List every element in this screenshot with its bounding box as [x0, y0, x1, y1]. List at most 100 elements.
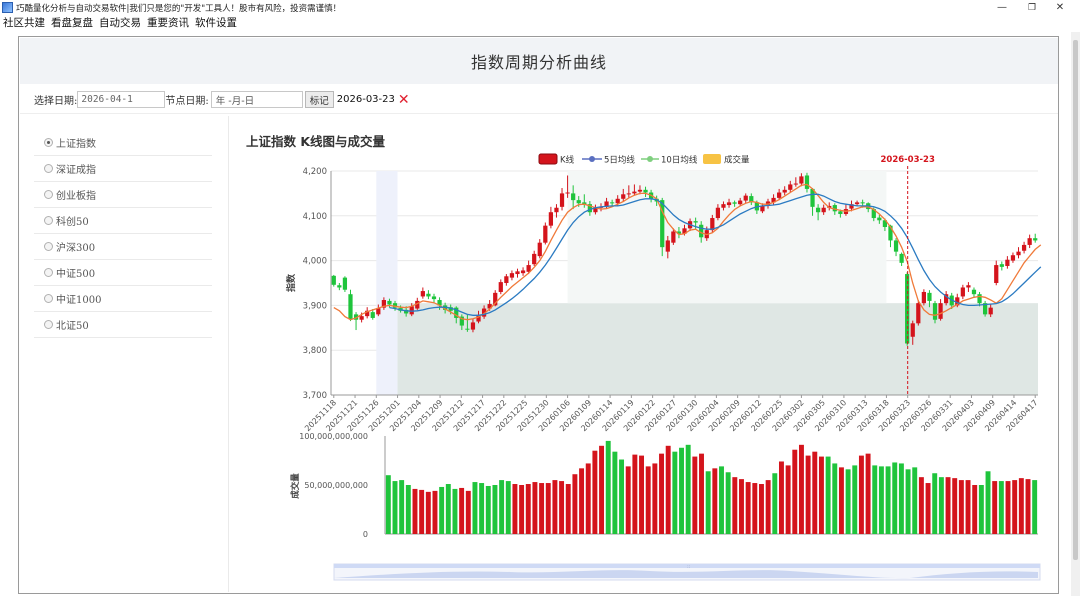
volume-bar[interactable]: [785, 465, 791, 534]
candle-body[interactable]: [971, 289, 977, 295]
candle-body[interactable]: [994, 265, 999, 283]
legend-kline-label[interactable]: K线: [560, 155, 575, 166]
sidebar-item-szse[interactable]: 深证成指: [34, 156, 212, 182]
candle-body[interactable]: [726, 202, 732, 206]
candle-body[interactable]: [615, 198, 620, 204]
volume-bar[interactable]: [672, 451, 678, 534]
candle-body[interactable]: [1033, 238, 1038, 241]
candle-body[interactable]: [815, 207, 821, 213]
candle-body[interactable]: [532, 253, 537, 265]
volume-bar[interactable]: [619, 459, 625, 534]
candle-body[interactable]: [554, 207, 559, 213]
menu-settings[interactable]: 软件设置: [195, 15, 237, 30]
volume-bar[interactable]: [452, 488, 458, 534]
volume-bar[interactable]: [519, 485, 525, 534]
candle-body[interactable]: [337, 285, 342, 288]
candle-body[interactable]: [637, 189, 643, 192]
volume-bar[interactable]: [699, 453, 704, 534]
volume-bar[interactable]: [565, 484, 571, 534]
volume-bar[interactable]: [479, 483, 485, 534]
volume-bar[interactable]: [865, 453, 871, 534]
volume-bar[interactable]: [685, 444, 691, 534]
candle-body[interactable]: [431, 296, 437, 300]
candle-body[interactable]: [905, 274, 910, 344]
close-icon[interactable]: ✕: [398, 93, 410, 107]
volume-bar[interactable]: [832, 463, 838, 534]
volume-bar[interactable]: [492, 485, 498, 534]
volume-bar[interactable]: [645, 466, 651, 534]
volume-bar[interactable]: [545, 483, 551, 534]
candle-body[interactable]: [621, 194, 626, 199]
volume-bar[interactable]: [805, 455, 811, 534]
candle-body[interactable]: [999, 264, 1004, 267]
candle-body[interactable]: [804, 175, 810, 189]
candle-body[interactable]: [715, 207, 721, 219]
volume-bar[interactable]: [439, 486, 445, 534]
radio-icon[interactable]: [44, 294, 53, 303]
candle-body[interactable]: [665, 240, 670, 252]
volume-bar[interactable]: [765, 480, 771, 534]
candle-body[interactable]: [721, 204, 726, 208]
candle-body[interactable]: [793, 183, 798, 185]
volume-bar[interactable]: [798, 444, 804, 534]
volume-bar[interactable]: [952, 478, 958, 534]
volume-bar[interactable]: [632, 454, 638, 534]
legend-volume-swatch[interactable]: [703, 154, 721, 164]
candle-body[interactable]: [348, 294, 353, 319]
volume-bar[interactable]: [605, 440, 611, 534]
volume-bar[interactable]: [692, 456, 698, 534]
volume-bar[interactable]: [825, 456, 831, 534]
volume-bar[interactable]: [705, 471, 711, 534]
legend-ma5-dot[interactable]: [589, 156, 595, 162]
candle-body[interactable]: [470, 322, 476, 330]
volume-bar[interactable]: [525, 484, 531, 534]
volume-bar[interactable]: [739, 479, 744, 534]
radio-icon[interactable]: [44, 190, 53, 199]
candle-body[interactable]: [699, 224, 704, 238]
candle-body[interactable]: [788, 184, 793, 190]
legend-ma5-label[interactable]: 5日均线: [604, 155, 635, 166]
candle-body[interactable]: [932, 303, 938, 320]
sidebar-item-csi300[interactable]: 沪深300: [34, 234, 212, 260]
candle-body[interactable]: [877, 217, 882, 221]
volume-bar[interactable]: [978, 485, 984, 534]
volume-bar[interactable]: [1025, 479, 1031, 534]
volume-bar[interactable]: [432, 490, 438, 534]
volume-bar[interactable]: [639, 455, 645, 534]
candle-body[interactable]: [1010, 255, 1016, 261]
volume-bar[interactable]: [572, 474, 578, 534]
volume-bar[interactable]: [412, 488, 418, 534]
volume-bar[interactable]: [818, 456, 824, 534]
mark-button[interactable]: 标记: [304, 91, 334, 108]
zoom-handle-icon[interactable]: ::: [687, 564, 691, 570]
volume-bar[interactable]: [552, 480, 558, 534]
volume-bar[interactable]: [872, 465, 878, 534]
candle-body[interactable]: [359, 316, 364, 320]
volume-bar[interactable]: [532, 482, 538, 534]
volume-bar[interactable]: [425, 491, 431, 534]
radio-icon[interactable]: [44, 268, 53, 277]
candle-body[interactable]: [559, 193, 565, 207]
candle-body[interactable]: [693, 221, 698, 223]
candle-body[interactable]: [1016, 251, 1021, 256]
candle-body[interactable]: [370, 312, 375, 318]
volume-bar[interactable]: [878, 466, 884, 534]
volume-bar[interactable]: [599, 445, 605, 534]
candle-body[interactable]: [1005, 259, 1010, 266]
candle-body[interactable]: [420, 291, 425, 297]
candle-body[interactable]: [738, 200, 743, 205]
radio-selected-icon[interactable]: [44, 138, 53, 147]
volume-bar[interactable]: [858, 455, 864, 534]
kline-chart[interactable]: K线 5日均线 10日均线 成交量 2026-03-23 3,700 3,800 3…: [230, 116, 1058, 592]
sidebar-item-sse[interactable]: 上证指数: [34, 130, 212, 156]
volume-bar[interactable]: [898, 463, 904, 534]
candle-body[interactable]: [576, 200, 581, 204]
radio-icon[interactable]: [44, 320, 53, 329]
sidebar-item-csi500[interactable]: 中证500: [34, 260, 212, 286]
volume-bar[interactable]: [945, 477, 951, 534]
sidebar-item-star50[interactable]: 科创50: [34, 208, 212, 234]
candle-body[interactable]: [426, 293, 431, 297]
candle-body[interactable]: [988, 307, 993, 315]
volume-bar[interactable]: [419, 489, 425, 534]
volume-bar[interactable]: [445, 484, 451, 534]
